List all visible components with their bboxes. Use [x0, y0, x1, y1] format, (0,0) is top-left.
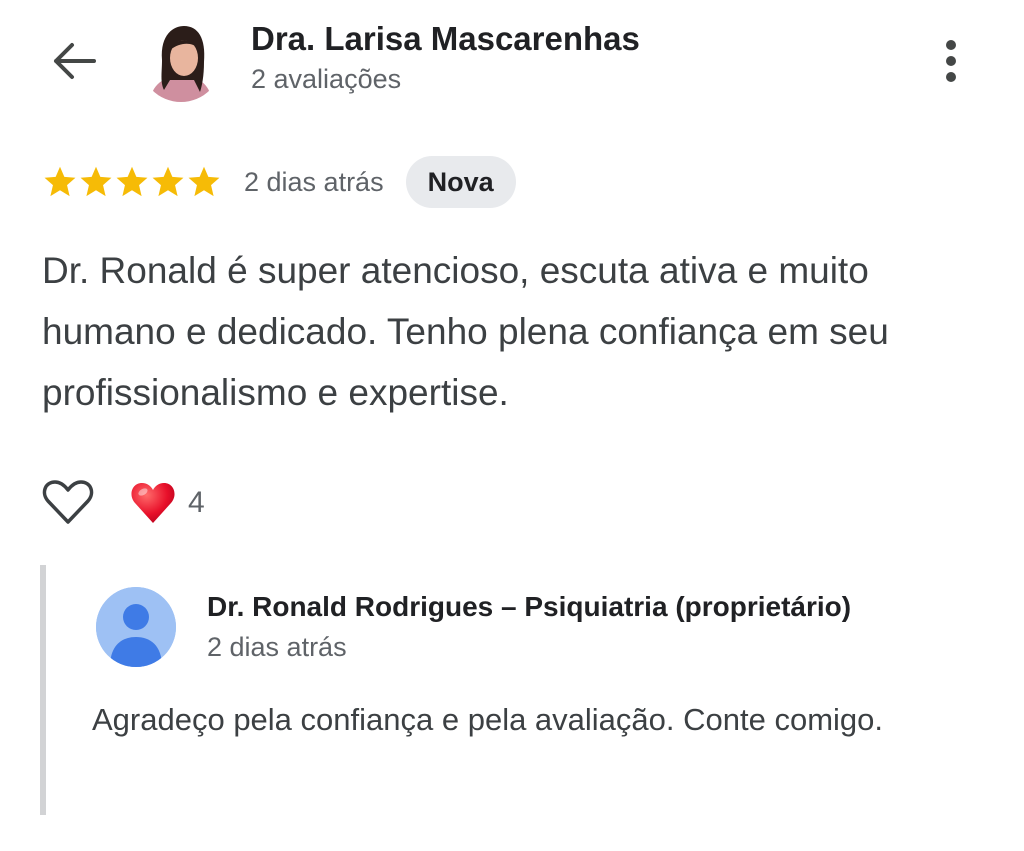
- owner-reply: Dr. Ronald Rodrigues – Psiquiatria (prop…: [40, 565, 1006, 815]
- like-button[interactable]: [40, 476, 96, 528]
- more-options-button[interactable]: [926, 32, 976, 90]
- red-heart-emoji-icon: [131, 483, 175, 523]
- owner-reply-text: Agradeço pela confiança e pela avaliação…: [92, 702, 884, 737]
- arrow-left-icon: [54, 43, 96, 79]
- review-text: Dr. Ronald é super atencioso, escuta ati…: [42, 250, 889, 413]
- heart-outline-icon: [42, 480, 94, 524]
- star-icon: [116, 166, 148, 197]
- more-vertical-icon: [946, 40, 956, 82]
- owner-name[interactable]: Dr. Ronald Rodrigues – Psiquiatria (prop…: [207, 591, 851, 623]
- owner-avatar[interactable]: [96, 587, 176, 667]
- reaction-count: 4: [188, 486, 205, 519]
- rating-row: 2 dias atrás Nova: [42, 156, 516, 208]
- star-rating: [42, 164, 222, 200]
- reviewer-reviews-count: 2 avaliações: [251, 64, 402, 94]
- reviewer-avatar[interactable]: [140, 20, 222, 102]
- star-icon: [80, 166, 112, 197]
- reviewer-photo: [140, 20, 222, 102]
- review-time: 2 dias atrás: [244, 166, 384, 197]
- owner-reply-time: 2 dias atrás: [207, 632, 347, 662]
- new-badge: Nova: [405, 156, 516, 208]
- reviewer-name[interactable]: Dra. Larisa Mascarenhas: [251, 20, 640, 58]
- back-button[interactable]: [44, 36, 102, 86]
- star-icon: [152, 166, 184, 197]
- star-icon: [44, 166, 76, 197]
- star-icon: [188, 166, 220, 197]
- reaction-summary[interactable]: 4: [130, 478, 205, 528]
- default-user-avatar-icon: [96, 587, 176, 667]
